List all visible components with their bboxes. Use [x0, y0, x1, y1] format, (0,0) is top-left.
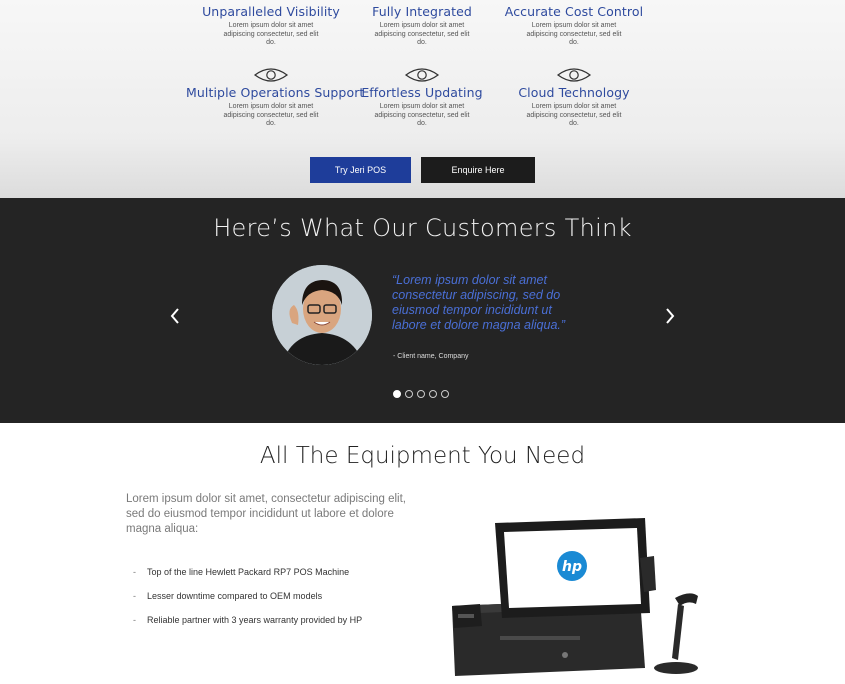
carousel-dot-1[interactable] [393, 390, 401, 398]
feature-unparalleled-visibility: Unparalleled Visibility Lorem ipsum dolo… [186, 4, 356, 48]
client-avatar [272, 265, 372, 365]
feature-title: Multiple Operations Support [186, 85, 365, 100]
feature-description: Lorem ipsum dolor sit amet adipiscing co… [526, 103, 622, 127]
equipment-intro: Lorem ipsum dolor sit amet, consectetur … [126, 493, 406, 535]
feature-description: Lorem ipsum dolor sit amet adipiscing co… [223, 103, 319, 127]
eye-icon [254, 68, 288, 82]
feature-accurate-cost-control: Accurate Cost Control Lorem ipsum dolor … [489, 4, 659, 48]
list-item: - Top of the line Hewlett Packard RP7 POS… [133, 567, 350, 577]
screen-hp-logo: hp [562, 559, 582, 575]
carousel-dot-3[interactable] [417, 390, 425, 398]
feature-description: Lorem ipsum dolor sit amet adipiscing co… [374, 103, 470, 127]
equipment-section: All The Equipment You Need Lorem ipsum d… [0, 423, 845, 684]
chevron-left-icon[interactable] [168, 306, 182, 326]
feature-title: Fully Integrated [372, 4, 472, 19]
equipment-heading: All The Equipment You Need [259, 443, 586, 469]
pos-machine-image: hp [452, 518, 698, 676]
feature-title: Cloud Technology [518, 85, 630, 100]
chevron-right-icon[interactable] [663, 306, 677, 326]
feature-multiple-operations-support: Multiple Operations Support Lorem ipsum … [186, 67, 365, 129]
equipment-list: - Top of the line Hewlett Packard RP7 POS… [133, 560, 362, 632]
feature-description: Lorem ipsum dolor sit amet adipiscing co… [374, 22, 470, 46]
carousel-dot-5[interactable] [441, 390, 449, 398]
enquire-here-button[interactable]: Enquire Here [421, 157, 535, 183]
feature-title: Accurate Cost Control [504, 4, 644, 19]
list-item: - Reliable partner with 3 years warranty … [133, 615, 363, 625]
eye-icon [557, 68, 591, 82]
carousel-dots [393, 390, 449, 398]
carousel-dot-2[interactable] [405, 390, 413, 398]
list-item: - Lesser downtime compared to OEM models [133, 591, 323, 601]
feature-effortless-updating: Effortless Updating Lorem ipsum dolor si… [337, 67, 507, 129]
features-section: Unparalleled Visibility Lorem ipsum dolo… [0, 0, 845, 198]
testimonials-heading: Here’s What Our Customers Think [213, 214, 632, 242]
carousel-dot-4[interactable] [429, 390, 437, 398]
feature-title: Effortless Updating [361, 85, 483, 100]
feature-title: Unparalleled Visibility [202, 4, 340, 19]
testimonial-quote: “Lorem ipsum dolor sit amet consectetur … [392, 273, 566, 332]
try-jeri-pos-button[interactable]: Try Jeri POS [310, 157, 411, 183]
feature-cloud-technology: Cloud Technology Lorem ipsum dolor sit a… [489, 67, 659, 129]
feature-fully-integrated: Fully Integrated Lorem ipsum dolor sit a… [337, 4, 507, 48]
testimonial-client: - Client name, Company [393, 353, 469, 360]
testimonials-section: Here’s What Our Customers Think “Lorem i… [0, 198, 845, 423]
eye-icon [405, 68, 439, 82]
feature-description: Lorem ipsum dolor sit amet adipiscing co… [526, 22, 622, 46]
feature-description: Lorem ipsum dolor sit amet adipiscing co… [223, 22, 319, 46]
